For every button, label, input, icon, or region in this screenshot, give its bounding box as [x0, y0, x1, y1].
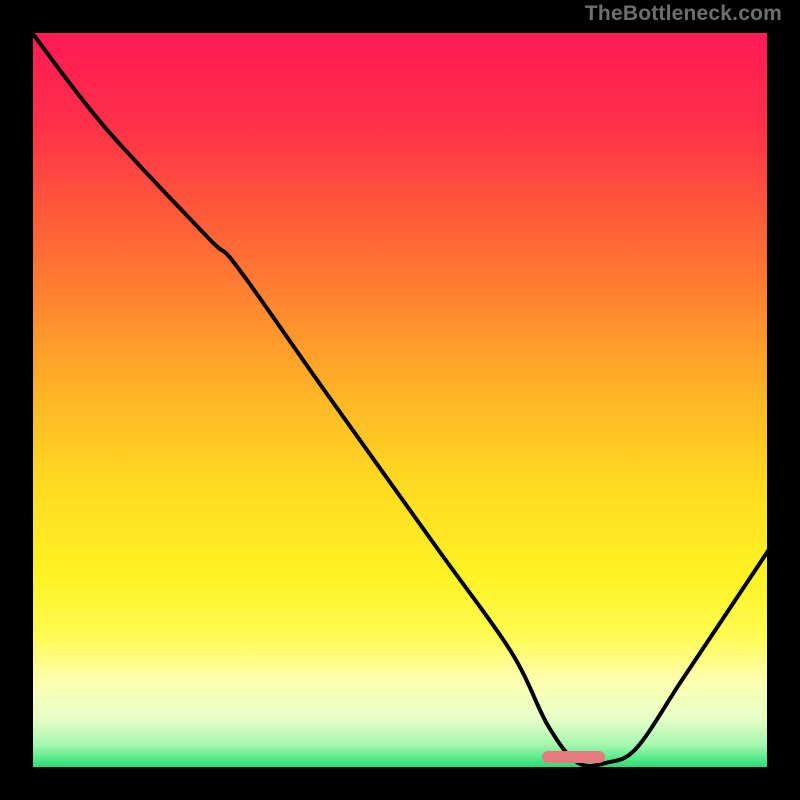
- chart-frame: [30, 30, 770, 770]
- attribution-text: TheBottleneck.com: [585, 2, 782, 26]
